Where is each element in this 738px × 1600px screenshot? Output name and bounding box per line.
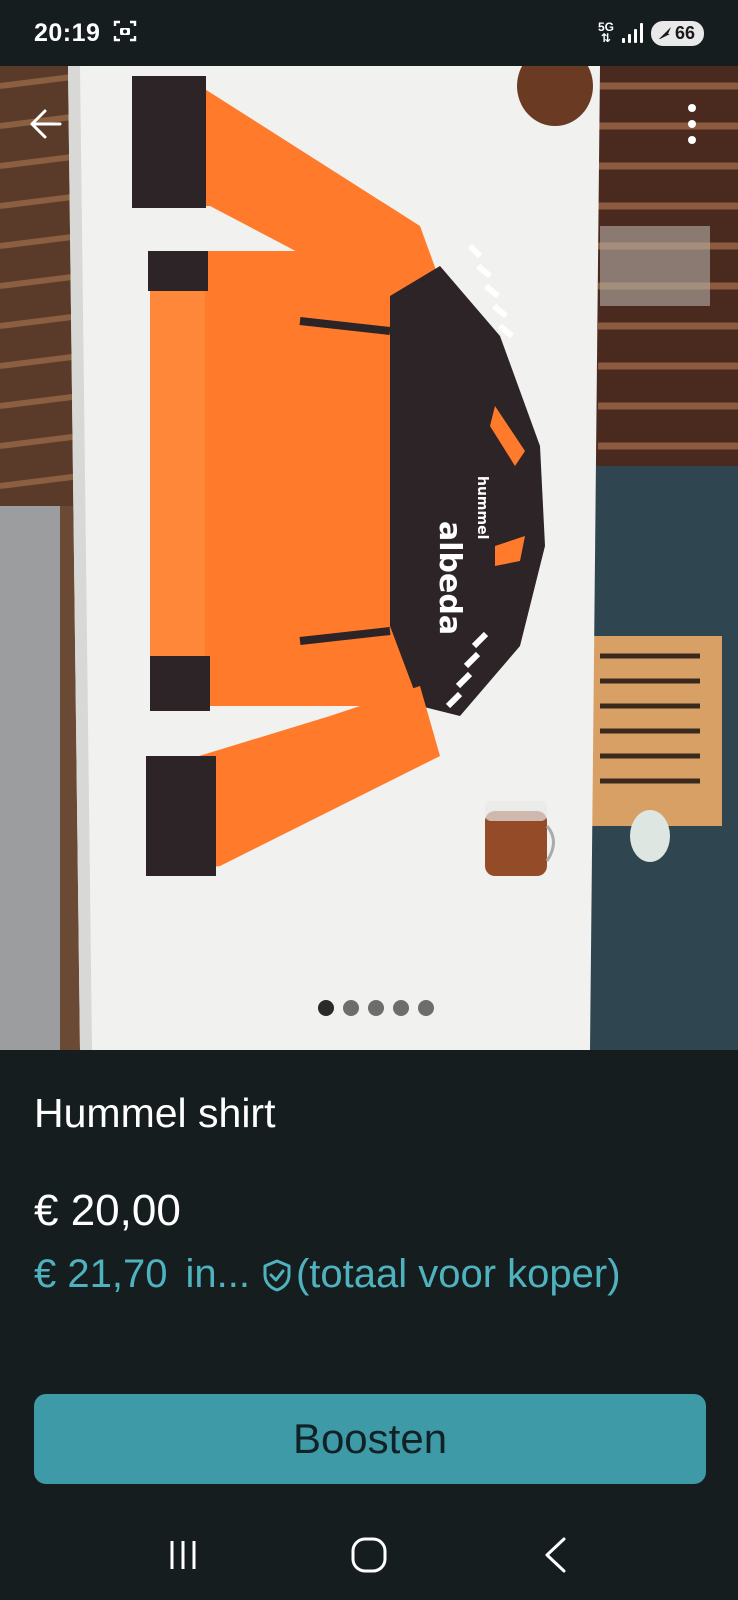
home-icon — [351, 1537, 387, 1573]
status-right: 5G ⇅ 66 — [597, 20, 704, 46]
signal-icon — [621, 23, 643, 43]
listing-title: Hummel shirt — [34, 1090, 276, 1136]
page-dot[interactable] — [318, 1000, 334, 1016]
photo-page-indicator[interactable] — [0, 1000, 738, 1016]
total-price: € 21,70 — [34, 1252, 168, 1296]
back-icon — [545, 1537, 566, 1573]
battery-level: 66 — [674, 22, 695, 43]
recent-apps-button[interactable] — [153, 1525, 213, 1585]
left-blinds — [0, 66, 81, 1050]
shirt-brand-print: hummel — [474, 476, 490, 539]
status-time: 20:19 — [34, 18, 101, 47]
listing-price: € 20,00 — [34, 1186, 181, 1235]
total-price-suffix: in... — [185, 1252, 250, 1296]
home-button[interactable] — [339, 1525, 399, 1585]
back-button[interactable] — [24, 102, 68, 146]
shirt-club-print: albeda — [432, 521, 467, 635]
total-price-note: (totaal voor koper) — [295, 1252, 621, 1296]
page-dot[interactable] — [343, 1000, 359, 1016]
network-indicator: 5G ⇅ — [597, 20, 614, 45]
more-vertical-icon — [688, 104, 696, 144]
boost-button[interactable]: Boosten — [34, 1394, 706, 1484]
product-photo-image: hummel albeda — [0, 66, 738, 1050]
system-nav-bar — [0, 1510, 738, 1600]
page-dot[interactable] — [418, 1000, 434, 1016]
right-window — [590, 66, 738, 1050]
shield-check-icon — [263, 1259, 291, 1291]
page-dot[interactable] — [368, 1000, 384, 1016]
total-price-row[interactable]: € 21,70 in... (totaal voor koper) — [34, 1252, 621, 1297]
status-bar: 20:19 5G ⇅ 66 — [0, 0, 738, 66]
recent-apps-icon — [170, 1541, 196, 1569]
tea-glass — [485, 801, 555, 876]
back-arrow-icon — [30, 109, 62, 139]
product-photo[interactable]: hummel albeda — [0, 66, 738, 1050]
nav-back-button[interactable] — [525, 1525, 585, 1585]
page-dot[interactable] — [393, 1000, 409, 1016]
screen: 20:19 5G ⇅ 66 hummel albeda Hummel shirt… — [0, 0, 738, 1600]
status-left: 20:19 — [34, 18, 138, 49]
battery-icon: 66 — [650, 20, 704, 46]
more-options-button[interactable] — [674, 100, 710, 148]
screenshot-icon — [112, 18, 138, 49]
